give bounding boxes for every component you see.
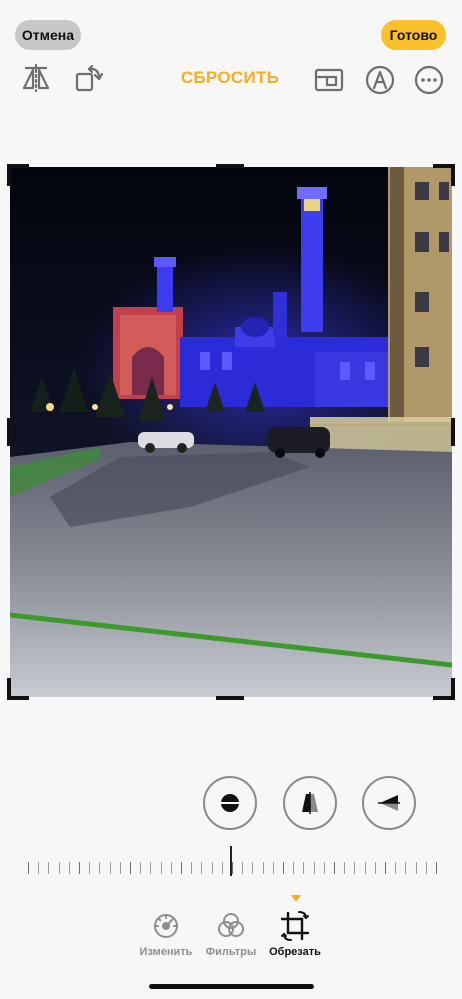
tab-filters-label: Фильтры (205, 946, 257, 958)
straighten-icon (218, 794, 242, 812)
ruler-tick (344, 862, 346, 874)
ruler-tick (425, 862, 427, 874)
ruler-tick (181, 862, 182, 874)
tab-filters[interactable]: Фильтры (196, 910, 266, 958)
home-indicator (149, 984, 314, 989)
ruler-tick (119, 862, 121, 874)
ruler-tick (160, 862, 162, 874)
ruler-tick (334, 862, 335, 874)
tab-adjust[interactable]: Изменить (131, 910, 201, 958)
ruler-tick (242, 862, 244, 874)
ruler-tick (395, 862, 397, 874)
ruler-tick (436, 862, 437, 874)
ruler-tick (385, 862, 386, 874)
ruler-tick (303, 862, 305, 874)
cancel-button[interactable]: Отмена (15, 20, 81, 50)
ruler-tick (99, 862, 101, 874)
ruler-tick (170, 862, 172, 874)
more-icon[interactable] (413, 64, 445, 96)
ruler-tick (191, 862, 193, 874)
vertical-perspective-icon (302, 792, 318, 814)
crop-corner-bottom-right[interactable] (433, 678, 455, 700)
ruler-tick (48, 862, 50, 874)
photo-canvas[interactable] (10, 167, 452, 697)
ruler-tick (140, 862, 142, 874)
horizontal-perspective-button[interactable] (362, 776, 416, 830)
reset-button[interactable]: СБРОСИТЬ (170, 68, 290, 88)
ruler-indicator (230, 846, 232, 876)
ruler-tick (28, 862, 29, 874)
ruler-tick (201, 862, 203, 874)
rotate-icon[interactable] (73, 62, 105, 94)
crop-edge-right[interactable] (451, 418, 455, 446)
ruler-tick (374, 862, 376, 874)
aspect-ratio-icon[interactable] (313, 64, 345, 96)
ruler-tick (150, 862, 152, 874)
crop-edge-bottom[interactable] (216, 696, 244, 700)
crop-corner-top-right[interactable] (433, 164, 455, 186)
crop-edge-left[interactable] (7, 418, 11, 446)
ruler-tick (364, 862, 366, 874)
ruler-tick (211, 862, 213, 874)
ruler-tick (293, 862, 295, 874)
ruler-tick (313, 862, 315, 874)
ruler-tick (221, 862, 223, 874)
ruler-tick (109, 862, 111, 874)
ruler-tick (405, 862, 407, 874)
crop-corner-bottom-left[interactable] (7, 678, 29, 700)
angle-ruler[interactable] (28, 858, 437, 878)
crop-rotate-icon (280, 911, 310, 941)
ruler-tick (68, 862, 70, 874)
done-button[interactable]: Готово (381, 20, 446, 50)
active-tab-marker (291, 895, 301, 902)
markup-pen-icon[interactable] (364, 64, 396, 96)
tab-crop[interactable]: Обрезать (260, 910, 330, 958)
ruler-tick (323, 862, 325, 874)
ruler-tick (79, 862, 80, 874)
tab-adjust-label: Изменить (139, 946, 193, 958)
ruler-tick (130, 862, 131, 874)
filters-icon (218, 913, 244, 937)
adjust-dial-icon (154, 914, 178, 938)
straighten-button[interactable] (203, 776, 257, 830)
ruler-tick (272, 862, 274, 874)
ruler-tick (38, 862, 40, 874)
vertical-perspective-button[interactable] (283, 776, 337, 830)
ruler-tick (89, 862, 91, 874)
ruler-tick (354, 862, 356, 874)
ruler-tick (415, 862, 417, 874)
tab-crop-label: Обрезать (269, 946, 321, 958)
crop-corner-top-left[interactable] (7, 164, 29, 186)
flip-horizontal-icon[interactable] (20, 62, 52, 94)
crop-edge-top[interactable] (216, 164, 244, 168)
horizontal-perspective-icon (378, 795, 400, 811)
ruler-tick (283, 862, 284, 874)
ruler-tick (58, 862, 60, 874)
ruler-tick (232, 862, 233, 874)
ruler-tick (262, 862, 264, 874)
ruler-tick (252, 862, 254, 874)
